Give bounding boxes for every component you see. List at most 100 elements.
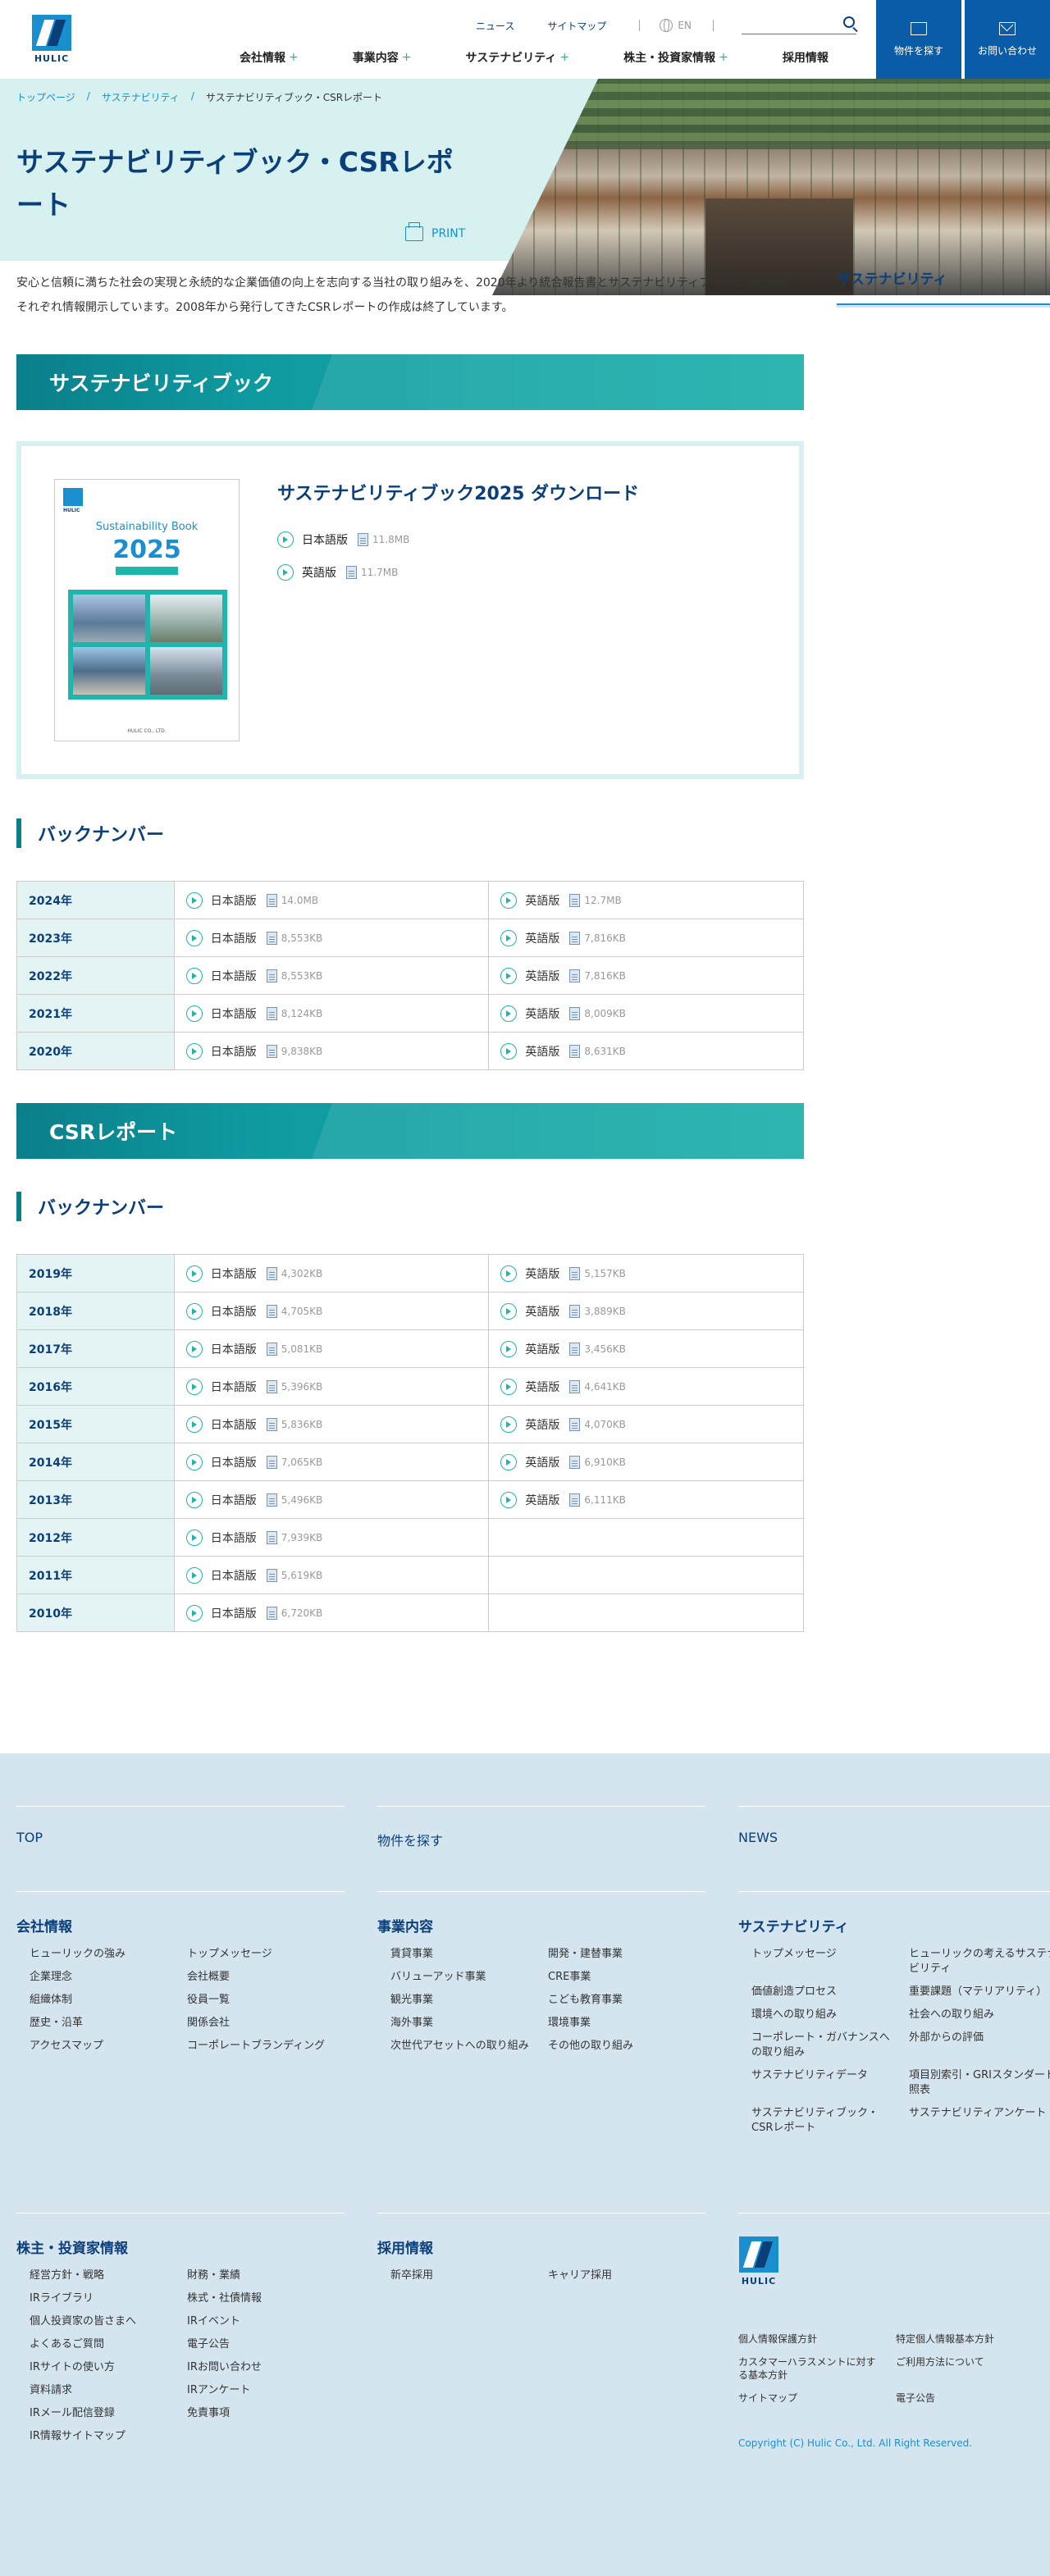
footer-group-title[interactable]: 事業内容 bbox=[377, 1891, 705, 1935]
download-english[interactable]: 英語版 11.7MB bbox=[277, 564, 398, 581]
footer-legal-link[interactable]: ご利用方法について bbox=[896, 2355, 1050, 2382]
language-switch[interactable]: EN bbox=[660, 19, 692, 32]
news-link[interactable]: ニュース bbox=[476, 19, 514, 33]
footer-link[interactable]: CRE事業 bbox=[548, 1970, 719, 1985]
footer-legal-link[interactable]: サイトマップ bbox=[738, 2391, 896, 2405]
download-english[interactable]: 英語版 8,009KB bbox=[500, 1005, 803, 1022]
footer-link[interactable]: IRアンケート bbox=[187, 2383, 358, 2398]
footer-link[interactable]: よくあるご質問 bbox=[30, 2337, 187, 2352]
footer-link[interactable]: ヒューリックの考えるサステナビリティ bbox=[909, 1947, 1050, 1976]
download-japanese[interactable]: 日本語版 6,720KB bbox=[185, 1604, 489, 1621]
footer-link[interactable]: 次世代アセットへの取り組み bbox=[390, 2039, 548, 2054]
search-icon[interactable] bbox=[842, 16, 855, 28]
search-input[interactable] bbox=[741, 16, 832, 33]
footer-link[interactable]: コーポレートブランディング bbox=[187, 2039, 358, 2054]
footer-link[interactable]: サステナビリティアンケート bbox=[909, 2106, 1050, 2136]
download-english[interactable]: 英語版 8,631KB bbox=[500, 1042, 803, 1060]
footer-link[interactable]: サステナビリティデータ bbox=[751, 2068, 909, 2098]
download-english[interactable]: 英語版 4,070KB bbox=[500, 1416, 803, 1433]
footer-link-news[interactable]: NEWS bbox=[738, 1806, 1050, 1888]
footer-link[interactable]: 外部からの評価 bbox=[909, 2031, 1050, 2060]
footer-legal-link[interactable]: 電子公告 bbox=[896, 2391, 1050, 2405]
download-japanese[interactable]: 日本語版 7,939KB bbox=[185, 1529, 489, 1546]
download-japanese[interactable]: 日本語版 8,553KB bbox=[185, 967, 489, 984]
footer-link-property[interactable]: 物件を探す bbox=[377, 1806, 705, 1888]
nav-recruit[interactable]: 採用情報 bbox=[783, 49, 829, 66]
footer-link[interactable]: 経営方針・戦略 bbox=[30, 2268, 187, 2283]
footer-group-title[interactable]: 株主・投資家情報 bbox=[16, 2213, 345, 2257]
footer-legal-link[interactable]: カスタマーハラスメントに対する基本方針 bbox=[738, 2355, 878, 2382]
footer-group-title[interactable]: サステナビリティ bbox=[738, 1891, 1050, 1935]
download-japanese[interactable]: 日本語版 8,553KB bbox=[185, 929, 489, 946]
download-japanese[interactable]: 日本語版 7,065KB bbox=[185, 1453, 489, 1470]
footer-link-top[interactable]: TOP bbox=[16, 1806, 345, 1888]
footer-legal-link[interactable]: 個人情報保護方針 bbox=[738, 2332, 896, 2346]
footer-group-title[interactable]: 採用情報 bbox=[377, 2213, 705, 2257]
footer-link[interactable]: 組織体制 bbox=[30, 1993, 187, 2008]
download-japanese[interactable]: 日本語版 5,396KB bbox=[185, 1378, 489, 1395]
download-japanese[interactable]: 日本語版 5,619KB bbox=[185, 1566, 489, 1584]
footer-link[interactable]: 社会への取り組み bbox=[909, 2008, 1050, 2022]
download-english[interactable]: 英語版 7,816KB bbox=[500, 967, 803, 984]
footer-link[interactable]: ヒューリックの強み bbox=[30, 1947, 187, 1962]
book-cover-image[interactable]: HULIC Sustainability Book 2025 HULIC CO.… bbox=[54, 479, 240, 741]
footer-link[interactable]: その他の取り組み bbox=[548, 2039, 719, 2054]
download-japanese[interactable]: 日本語版 8,124KB bbox=[185, 1005, 489, 1022]
footer-link[interactable]: IRメール配信登録 bbox=[30, 2406, 187, 2421]
download-english[interactable]: 英語版 6,111KB bbox=[500, 1491, 803, 1508]
download-english[interactable]: 英語版 3,889KB bbox=[500, 1302, 803, 1320]
property-search-button[interactable]: 物件を探す bbox=[876, 0, 961, 79]
download-japanese[interactable]: 日本語版 4,705KB bbox=[185, 1302, 489, 1320]
footer-link[interactable]: 海外事業 bbox=[390, 2016, 548, 2031]
download-japanese[interactable]: 日本語版 5,081KB bbox=[185, 1340, 489, 1357]
download-japanese[interactable]: 日本語版 14.0MB bbox=[185, 891, 489, 909]
footer-link[interactable]: 電子公告 bbox=[187, 2337, 358, 2352]
footer-link[interactable]: IRライブラリ bbox=[30, 2291, 187, 2306]
nav-ir[interactable]: 株主・投資家情報 + bbox=[623, 49, 728, 66]
footer-logo[interactable]: HULIC bbox=[738, 2236, 779, 2286]
download-japanese[interactable]: 日本語版 11.8MB bbox=[277, 531, 409, 548]
footer-link[interactable]: 開発・建替事業 bbox=[548, 1947, 719, 1962]
nav-sustainability[interactable]: サステナビリティ + bbox=[465, 49, 569, 66]
download-english[interactable]: 英語版 4,641KB bbox=[500, 1378, 803, 1395]
footer-link[interactable]: 新卒採用 bbox=[390, 2268, 548, 2283]
footer-link[interactable]: 歴史・沿革 bbox=[30, 2016, 187, 2031]
nav-company[interactable]: 会社情報 + bbox=[240, 49, 299, 66]
footer-link[interactable]: トップメッセージ bbox=[751, 1947, 909, 1976]
footer-link[interactable]: 価値創造プロセス bbox=[751, 1985, 909, 1999]
footer-group-title[interactable]: 会社情報 bbox=[16, 1891, 345, 1935]
footer-link[interactable]: 個人投資家の皆さまへ bbox=[30, 2314, 187, 2329]
breadcrumb-parent[interactable]: サステナビリティ bbox=[102, 90, 180, 104]
sidebar-title[interactable]: サステナビリティ bbox=[837, 267, 1050, 308]
footer-link[interactable]: サステナビリティブック・CSRレポート bbox=[751, 2106, 909, 2136]
footer-link[interactable]: キャリア採用 bbox=[548, 2268, 719, 2283]
footer-link[interactable]: 会社概要 bbox=[187, 1970, 358, 1985]
breadcrumb-home[interactable]: トップページ bbox=[16, 90, 75, 104]
footer-link[interactable]: 株式・社債情報 bbox=[187, 2291, 358, 2306]
footer-link[interactable]: IRサイトの使い方 bbox=[30, 2360, 187, 2375]
footer-link[interactable]: 役員一覧 bbox=[187, 1993, 358, 2008]
footer-link[interactable]: コーポレート・ガバナンスへの取り組み bbox=[751, 2031, 909, 2060]
download-english[interactable]: 英語版 12.7MB bbox=[500, 891, 803, 909]
footer-link[interactable]: 関係会社 bbox=[187, 2016, 358, 2031]
download-japanese[interactable]: 日本語版 4,302KB bbox=[185, 1265, 489, 1282]
footer-link[interactable]: バリューアッド事業 bbox=[390, 1970, 548, 1985]
footer-link[interactable]: 観光事業 bbox=[390, 1993, 548, 2008]
footer-link[interactable]: IRお問い合わせ bbox=[187, 2360, 358, 2375]
footer-link[interactable]: 項目別索引・GRIスタンダード対照表 bbox=[909, 2068, 1050, 2098]
footer-link[interactable]: 環境事業 bbox=[548, 2016, 719, 2031]
footer-link[interactable]: IR情報サイトマップ bbox=[30, 2429, 187, 2444]
hulic-logo[interactable]: HULIC bbox=[31, 15, 72, 64]
download-english[interactable]: 英語版 7,816KB bbox=[500, 929, 803, 946]
sitemap-link[interactable]: サイトマップ bbox=[547, 19, 606, 33]
footer-link[interactable]: 環境への取り組み bbox=[751, 2008, 909, 2022]
footer-link[interactable]: トップメッセージ bbox=[187, 1947, 358, 1962]
download-english[interactable]: 英語版 3,456KB bbox=[500, 1340, 803, 1357]
nav-business[interactable]: 事業内容 + bbox=[353, 49, 412, 66]
download-japanese[interactable]: 日本語版 5,836KB bbox=[185, 1416, 489, 1433]
contact-button[interactable]: お問い合わせ bbox=[965, 0, 1050, 79]
download-japanese[interactable]: 日本語版 9,838KB bbox=[185, 1042, 489, 1060]
footer-link[interactable]: 重要課題（マテリアリティ） bbox=[909, 1985, 1050, 1999]
footer-link[interactable]: こども教育事業 bbox=[548, 1993, 719, 2008]
footer-legal-link[interactable]: 特定個人情報基本方針 bbox=[896, 2332, 1050, 2346]
